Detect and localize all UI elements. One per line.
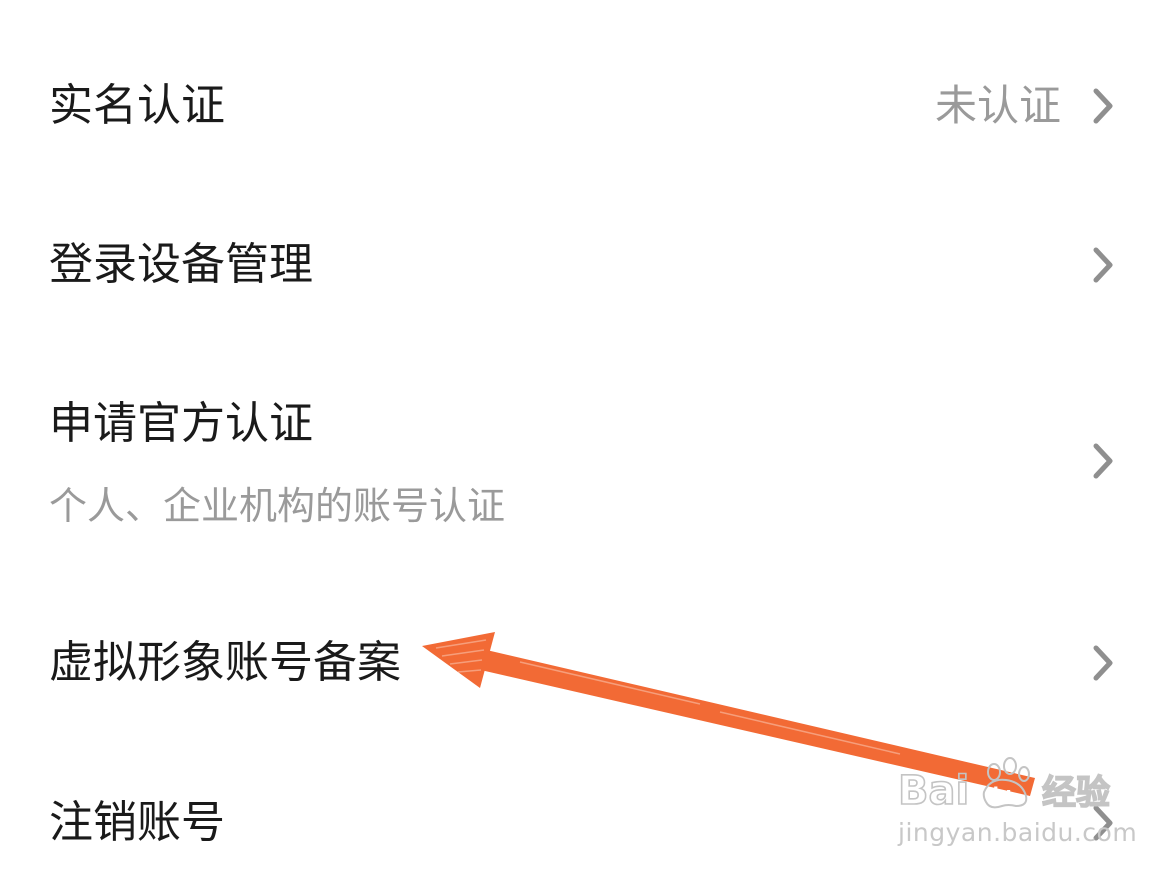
svg-text:Bai: Bai xyxy=(898,768,969,814)
baidu-paw-logo: Bai 经验 du xyxy=(897,757,1111,815)
chevron-right-icon xyxy=(1093,443,1113,479)
account-security-settings-page: 实名认证 未认证 登录设备管理 申请官方认证 个人、企业机构的账号认证 虚拟形象… xyxy=(0,0,1169,877)
svg-text:经验: 经验 xyxy=(1042,773,1110,813)
settings-row-apply-official-verification[interactable]: 申请官方认证 个人、企业机构的账号认证 xyxy=(0,378,1169,548)
row-title: 虚拟形象账号备案 xyxy=(49,637,401,688)
row-title: 实名认证 xyxy=(49,80,225,131)
verification-status-value: 未认证 xyxy=(934,81,1061,130)
row-title: 申请官方认证 xyxy=(49,398,313,449)
chevron-right-icon xyxy=(1093,645,1113,681)
svg-text:du: du xyxy=(986,784,1012,805)
settings-row-virtual-avatar-account-filing[interactable]: 虚拟形象账号备案 xyxy=(0,613,1169,713)
watermark-url: jingyan.baidu.com xyxy=(898,818,1138,847)
row-title: 登录设备管理 xyxy=(49,239,313,290)
chevron-right-icon xyxy=(1093,88,1113,124)
settings-row-login-device-management[interactable]: 登录设备管理 xyxy=(0,215,1169,315)
row-title: 注销账号 xyxy=(49,797,225,848)
row-subtitle: 个人、企业机构的账号认证 xyxy=(49,484,506,528)
chevron-right-icon xyxy=(1093,247,1113,283)
settings-row-real-name-verification[interactable]: 实名认证 未认证 xyxy=(0,55,1169,155)
